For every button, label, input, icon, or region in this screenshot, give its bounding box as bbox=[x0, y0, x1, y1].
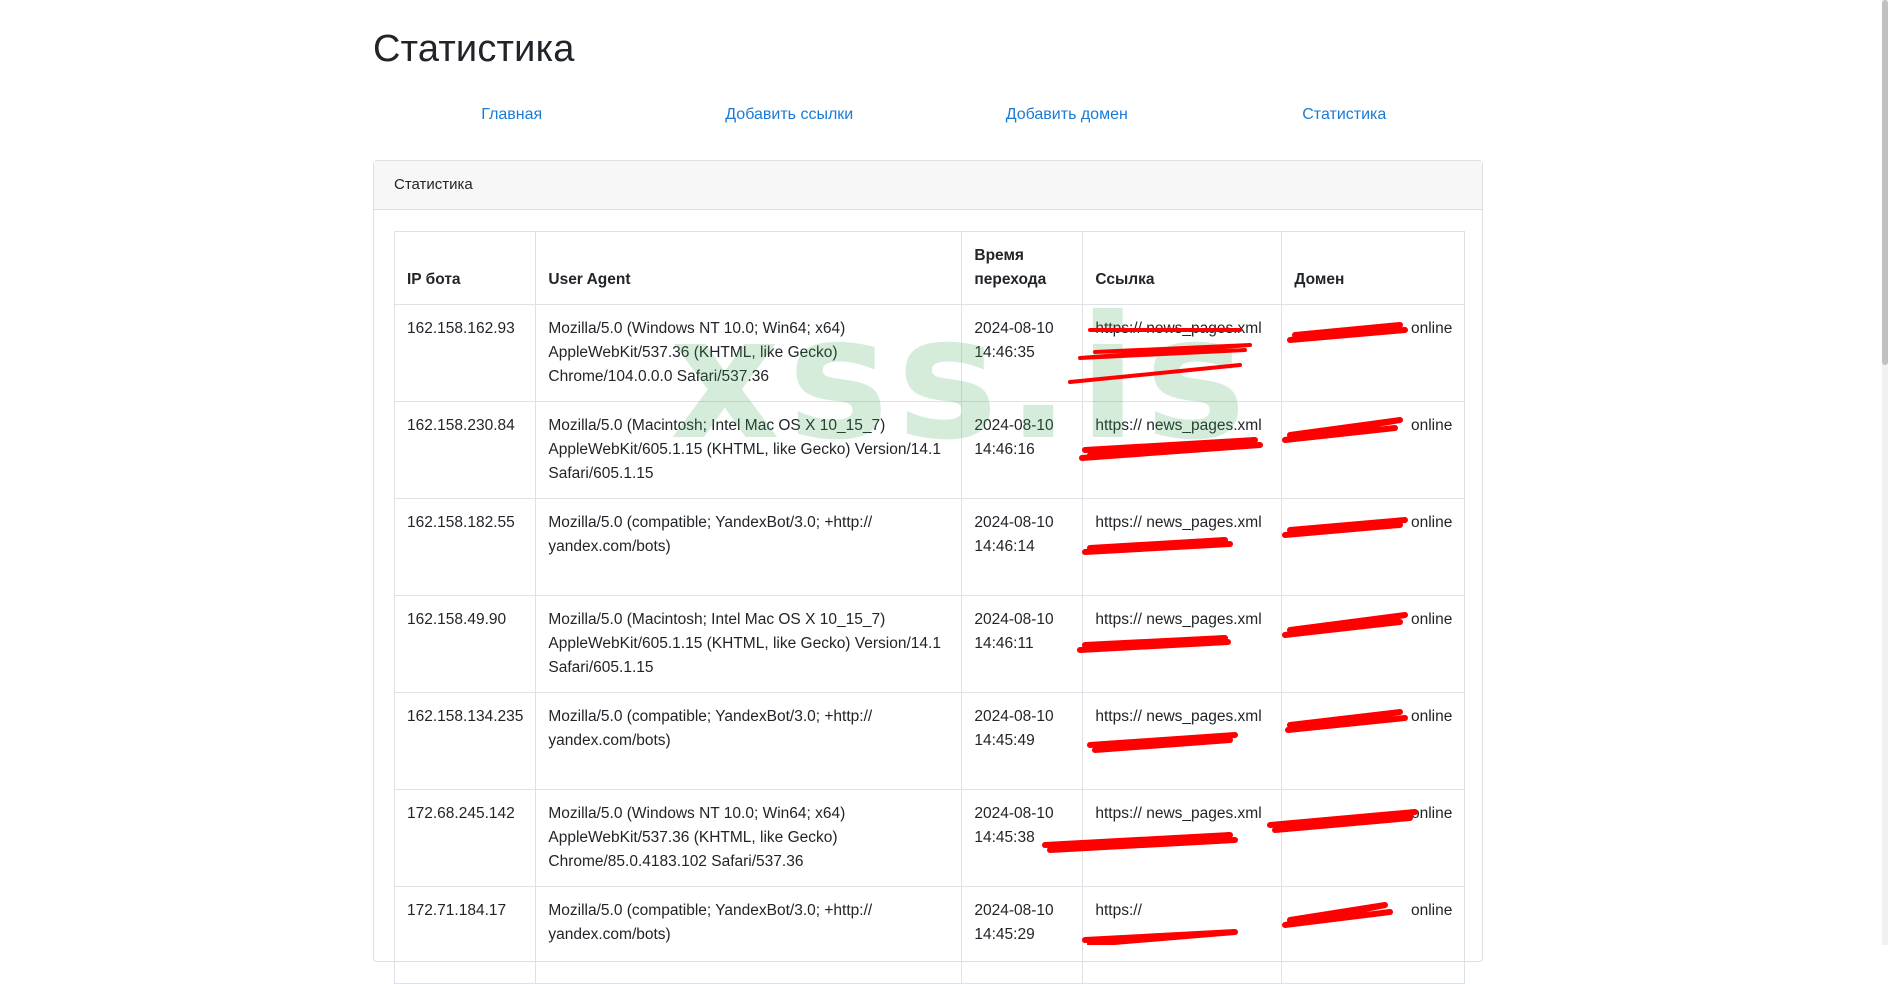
statistics-card: Статистика IP бота User Agent Время пере… bbox=[373, 160, 1483, 984]
cell-domain: online bbox=[1281, 692, 1466, 790]
stats-table: IP бота User Agent Время перехода Ссылка… bbox=[393, 231, 1466, 984]
cell-ip: 172.71.184.17 bbox=[393, 886, 537, 984]
cell-domain: online bbox=[1281, 498, 1466, 596]
scrollbar-thumb[interactable] bbox=[1882, 0, 1888, 365]
cell-ip: 162.158.49.90 bbox=[393, 595, 537, 693]
col-header-domain: Домен bbox=[1281, 231, 1466, 305]
card-header: Статистика bbox=[374, 161, 1482, 210]
cell-time: 2024-08-10 14:46:11 bbox=[961, 595, 1084, 693]
cell-user-agent: Mozilla/5.0 (Windows NT 10.0; Win64; x64… bbox=[535, 789, 963, 887]
table-row: 162.158.230.84 Mozilla/5.0 (Macintosh; I… bbox=[393, 401, 1466, 499]
cell-domain: online bbox=[1281, 789, 1466, 887]
top-nav: Главная Добавить ссылки Добавить домен С… bbox=[373, 106, 1483, 124]
cell-time: 2024-08-10 14:45:49 bbox=[961, 692, 1084, 790]
cell-time: 2024-08-10 14:45:38 bbox=[961, 789, 1084, 887]
cell-ip: 172.68.245.142 bbox=[393, 789, 537, 887]
table-row: 162.158.134.235 Mozilla/5.0 (compatible;… bbox=[393, 692, 1466, 790]
nav-link-add-links[interactable]: Добавить ссылки bbox=[651, 106, 929, 124]
cell-time: 2024-08-10 14:46:35 bbox=[961, 304, 1084, 402]
table-row: 162.158.182.55 Mozilla/5.0 (compatible; … bbox=[393, 498, 1466, 596]
cell-user-agent: Mozilla/5.0 (Windows NT 10.0; Win64; x64… bbox=[535, 304, 963, 402]
table-header-row: IP бота User Agent Время перехода Ссылка… bbox=[393, 231, 1466, 305]
cell-domain: online bbox=[1281, 401, 1466, 499]
cell-user-agent: Mozilla/5.0 (compatible; YandexBot/3.0; … bbox=[535, 886, 963, 984]
cell-ip: 162.158.230.84 bbox=[393, 401, 537, 499]
cell-ip: 162.158.134.235 bbox=[393, 692, 537, 790]
col-header-link: Ссылка bbox=[1082, 231, 1283, 305]
table-row: 162.158.162.93 Mozilla/5.0 (Windows NT 1… bbox=[393, 304, 1466, 402]
cell-domain: online bbox=[1281, 886, 1466, 984]
cell-link: https:// news_pages.xml bbox=[1082, 401, 1283, 499]
cell-link: https:// news_pages.xml bbox=[1082, 304, 1283, 402]
page-scrollbar[interactable] bbox=[1882, 0, 1888, 945]
col-header-user-agent: User Agent bbox=[535, 231, 963, 305]
nav-link-statistics[interactable]: Статистика bbox=[1206, 106, 1484, 124]
cell-user-agent: Mozilla/5.0 (compatible; YandexBot/3.0; … bbox=[535, 692, 963, 790]
col-header-time: Время перехода bbox=[961, 231, 1084, 305]
cell-user-agent: Mozilla/5.0 (Macintosh; Intel Mac OS X 1… bbox=[535, 401, 963, 499]
cell-user-agent: Mozilla/5.0 (compatible; YandexBot/3.0; … bbox=[535, 498, 963, 596]
table-row: 172.71.184.17 Mozilla/5.0 (compatible; Y… bbox=[393, 886, 1466, 984]
cell-link: https:// news_pages.xml bbox=[1082, 498, 1283, 596]
cell-time: 2024-08-10 14:46:14 bbox=[961, 498, 1084, 596]
cell-time: 2024-08-10 14:45:29 bbox=[961, 886, 1084, 984]
cell-ip: 162.158.162.93 bbox=[393, 304, 537, 402]
page-title: Статистика bbox=[373, 28, 575, 70]
cell-link: https:// news_pages.xml bbox=[1082, 789, 1283, 887]
table-row: 162.158.49.90 Mozilla/5.0 (Macintosh; In… bbox=[393, 595, 1466, 693]
col-header-ip: IP бота bbox=[393, 231, 537, 305]
table-row: 172.68.245.142 Mozilla/5.0 (Windows NT 1… bbox=[393, 789, 1466, 887]
cell-link: https:// bbox=[1082, 886, 1283, 984]
cell-time: 2024-08-10 14:46:16 bbox=[961, 401, 1084, 499]
cell-link: https:// news_pages.xml bbox=[1082, 692, 1283, 790]
cell-link: https:// news_pages.xml bbox=[1082, 595, 1283, 693]
nav-link-home[interactable]: Главная bbox=[373, 106, 651, 124]
cell-domain: online bbox=[1281, 595, 1466, 693]
cell-user-agent: Mozilla/5.0 (Macintosh; Intel Mac OS X 1… bbox=[535, 595, 963, 693]
cell-ip: 162.158.182.55 bbox=[393, 498, 537, 596]
cell-domain: online bbox=[1281, 304, 1466, 402]
nav-link-add-domain[interactable]: Добавить домен bbox=[928, 106, 1206, 124]
